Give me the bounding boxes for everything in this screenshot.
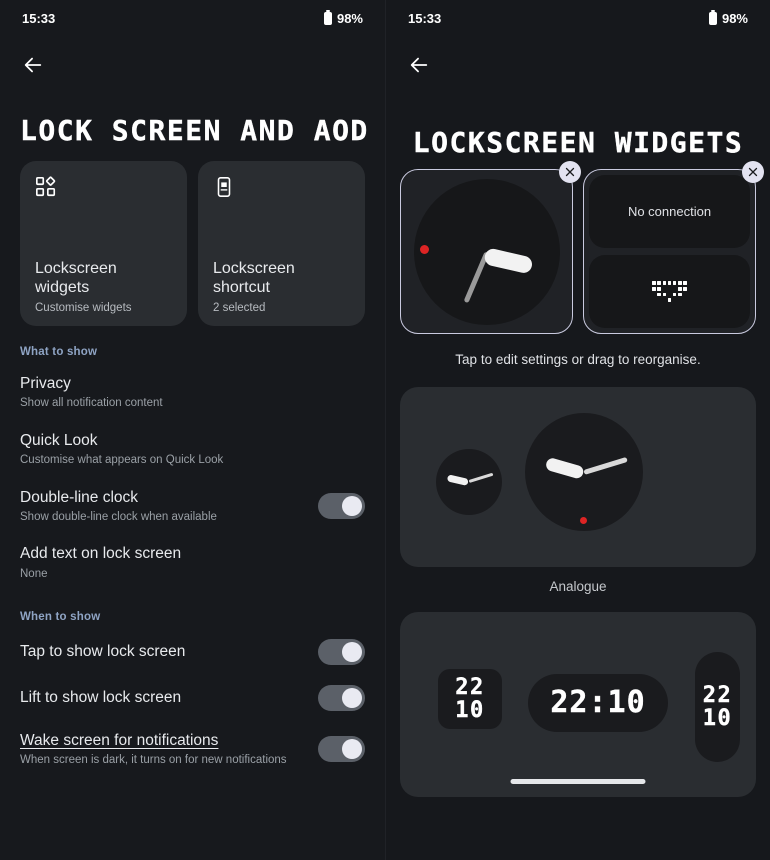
analogue-clock-face [413,178,560,325]
card-subtitle: Customise widgets [35,302,132,314]
row-subtitle: When screen is dark, it turns on for new… [20,754,287,767]
wifi-pixel-icon [652,281,687,302]
preview-card-digital[interactable]: 22 10 22:10 22 10 [400,612,756,797]
widgets-grid-icon [35,176,172,203]
row-quick-look[interactable]: Quick Look Customise what appears on Qui… [0,421,385,478]
card-lockscreen-widgets[interactable]: Lockscreen widgets Customise widgets [20,161,187,326]
battery-full-icon [323,9,332,25]
section-header-what-to-show: What to show [20,346,98,358]
row-title: Quick Look [20,431,98,449]
status-bar: 15:33 98% [0,0,385,36]
large-hour-hand [544,456,585,480]
close-icon[interactable] [559,161,581,183]
dual-screenshot: 15:33 98% LOCK SCREEN AND AOD Lockscreen… [0,0,770,860]
toggle-knob [342,642,362,662]
card-lockscreen-shortcut[interactable]: Lockscreen shortcut 2 selected [198,161,365,326]
digital-time-inline: 22:10 [550,685,646,721]
row-tap-to-show-lock-screen[interactable]: Tap to show lock screen [0,629,385,675]
row-lift-to-show-lock-screen[interactable]: Lift to show lock screen [0,675,385,721]
row-double-line-clock[interactable]: Double-line clock Show double-line clock… [0,478,385,535]
no-connection-pill[interactable]: No connection [589,175,750,248]
digital-pill-widget[interactable]: 22:10 [528,674,668,732]
mini-clock-face [436,449,502,515]
row-subtitle: Customise what appears on Quick Look [20,454,224,467]
battery-full-icon [708,9,717,25]
status-time: 15:33 [408,10,442,26]
battery-percent: 98% [721,10,748,26]
red-indicator-dot [419,244,429,254]
wifi-pill[interactable] [589,255,750,328]
preview-label-analogue: Analogue [549,579,607,594]
back-arrow-icon[interactable] [400,46,438,84]
widget-slot-connection[interactable]: No connection [583,161,764,334]
toggle-double-line-clock[interactable] [318,492,365,519]
row-wake-screen-for-notifications[interactable]: Wake screen for notifications When scree… [0,721,385,778]
status-right: 98% [708,9,748,26]
row-subtitle: None [20,567,48,580]
row-title: Privacy [20,375,71,392]
row-title: Tap to show lock screen [20,643,186,661]
row-subtitle: Show all notification content [20,397,163,410]
row-privacy[interactable]: Privacy Show all notification content [0,364,385,421]
row-title: Lift to show lock screen [20,689,182,707]
toggle-knob [342,739,362,760]
status-right: 98% [323,9,363,26]
right-back-row [386,36,770,94]
phone-shortcut-icon [213,176,350,203]
widget-slot-analogue-clock[interactable] [400,161,581,334]
page-title: LOCKSCREEN WIDGETS [386,126,770,159]
toggle-knob [342,495,362,516]
toggle-tap-to-show[interactable] [318,639,365,665]
digital-square-widget[interactable]: 22 10 [438,669,502,729]
preview-card-analogue[interactable] [400,387,756,567]
card-title: Lockscreen shortcut [213,259,295,297]
right-panel-lockscreen-widgets: 15:33 98% LOCKSCREEN WIDGETS No connecti… [385,0,770,860]
card-subtitle: 2 selected [213,302,266,314]
row-title: Add text on lock screen [20,545,182,563]
status-bar: 15:33 98% [386,0,770,36]
clock-hour-hand [482,246,534,275]
home-indicator [510,779,646,784]
left-back-row [0,36,385,94]
left-panel-lock-screen-and-aod: 15:33 98% LOCK SCREEN AND AOD Lockscreen… [0,0,385,860]
row-title: Double-line clock [20,488,139,506]
mini-minute-hand [468,472,494,483]
status-time: 15:33 [22,10,56,26]
digital-time-stacked: 22 10 [455,674,485,723]
back-arrow-icon[interactable] [14,46,52,84]
no-connection-label: No connection [627,204,712,219]
row-title: Wake screen for notifications [20,732,219,749]
reorganise-hint: Tap to edit settings or drag to reorgani… [455,352,701,367]
feature-cards: Lockscreen widgets Customise widgets Loc… [0,147,385,326]
widget-slots: No connection [386,159,770,334]
row-add-text-on-lock-screen[interactable]: Add text on lock screen None [0,534,385,591]
toggle-knob [342,688,362,708]
battery-percent: 98% [336,10,363,26]
digital-time-stacked-2: 22 10 [702,682,733,731]
large-minute-hand [583,456,628,474]
toggle-wake-screen[interactable] [318,736,365,763]
row-subtitle: Show double-line clock when available [20,510,217,523]
large-clock-face [525,413,643,531]
digital-oval-widget[interactable]: 22 10 [695,652,740,762]
section-header-when-to-show: When to show [20,611,101,623]
red-indicator-dot [580,517,587,524]
close-icon[interactable] [742,161,764,183]
card-title: Lockscreen widgets [35,259,117,297]
page-title: LOCK SCREEN AND AOD [0,114,385,147]
mini-hour-hand [446,473,469,486]
toggle-lift-to-show[interactable] [318,685,365,711]
